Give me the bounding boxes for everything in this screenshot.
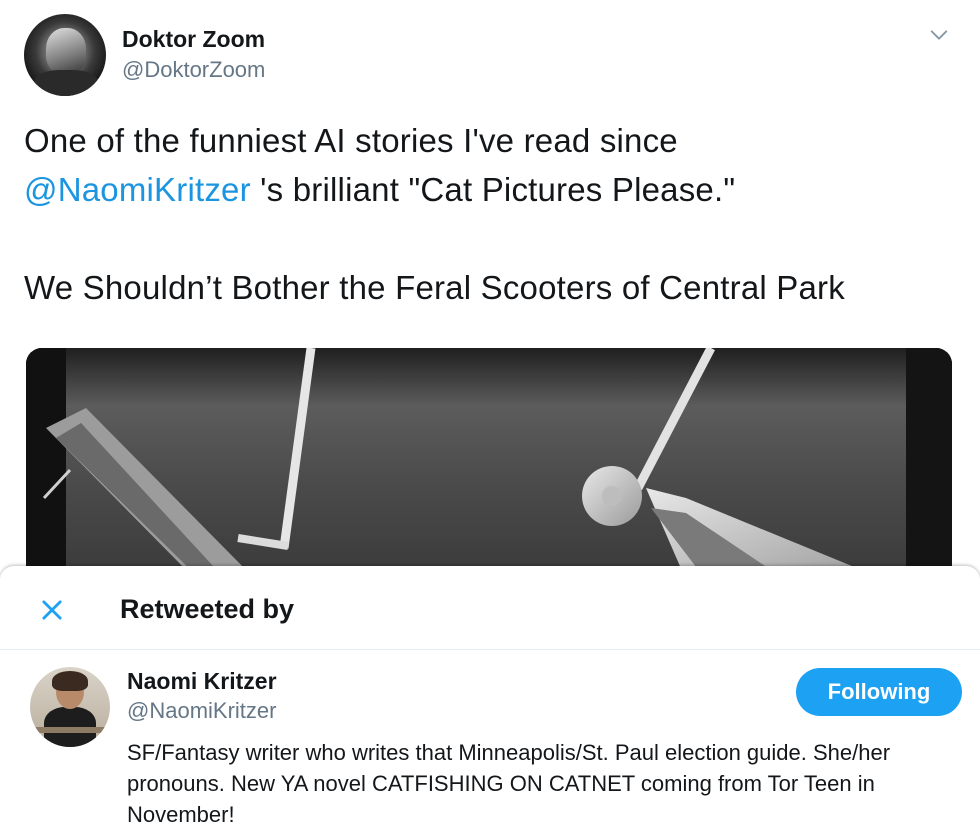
modal-title: Retweeted by <box>120 594 295 624</box>
author-name[interactable]: Doktor Zoom <box>122 26 265 53</box>
tweet-media-image[interactable] <box>26 348 952 580</box>
tweet: Doktor Zoom @DoktorZoom One of the funni… <box>0 0 980 580</box>
following-button[interactable]: Following <box>796 668 962 716</box>
user-name[interactable]: Naomi Kritzer <box>127 668 277 695</box>
user-bio: SF/Fantasy writer who writes that Minnea… <box>127 740 891 827</box>
user-list-item[interactable]: Naomi Kritzer @NaomiKritzer Following SF… <box>0 651 980 840</box>
tweet-text: One of the funniest AI stories I've read… <box>24 116 954 312</box>
user-handle[interactable]: @NaomiKritzer <box>127 698 276 724</box>
tweet-text-line2: 's brilliant "Cat Pictures Please." <box>250 171 736 208</box>
mention-link[interactable]: @NaomiKritzer <box>24 171 251 208</box>
user-avatar[interactable] <box>30 667 110 747</box>
story-title: We Shouldn’t Bother the Feral Scooters o… <box>24 269 845 306</box>
retweeted-by-modal: Retweeted by Naomi Kritzer @NaomiKritzer… <box>0 566 980 840</box>
scooter-photo <box>26 348 952 580</box>
author-avatar[interactable] <box>24 14 106 96</box>
modal-header: Retweeted by <box>0 566 980 650</box>
chevron-down-icon[interactable] <box>928 24 950 46</box>
close-icon[interactable] <box>38 596 66 624</box>
tweet-text-line1: One of the funniest AI stories I've read… <box>24 122 678 159</box>
author-handle[interactable]: @DoktorZoom <box>122 57 265 83</box>
